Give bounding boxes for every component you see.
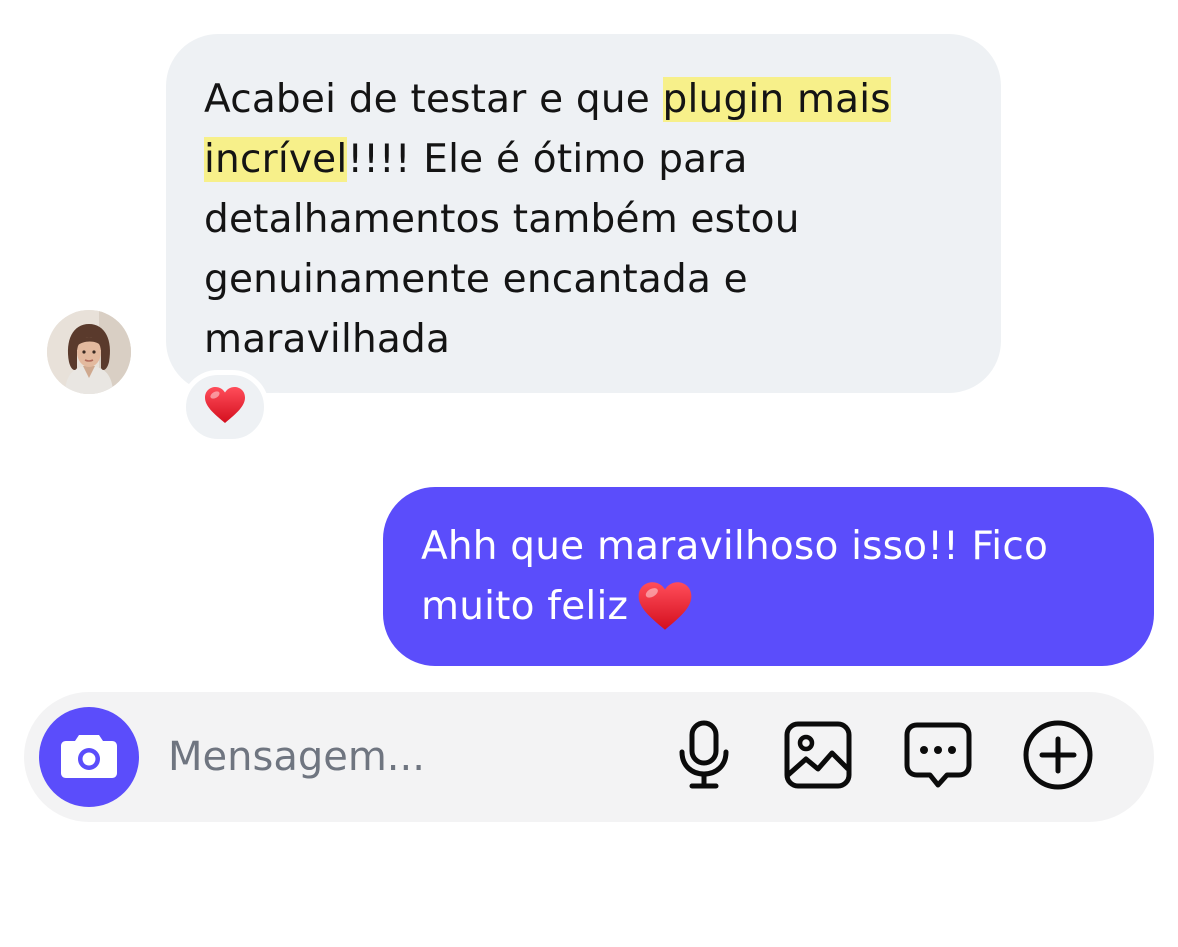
message-reaction[interactable] [181, 370, 269, 444]
incoming-message-bubble[interactable]: Acabei de testar e que plugin mais incrí… [166, 34, 1001, 393]
red-heart-icon [636, 579, 694, 651]
sticker-button[interactable] [900, 719, 976, 795]
outgoing-message-bubble[interactable]: Ahh que maravilhoso isso!! Fico muito fe… [383, 487, 1154, 666]
red-heart-icon [203, 385, 247, 429]
contact-avatar[interactable] [47, 310, 131, 394]
message-composer: Mensagem... [24, 692, 1154, 822]
plus-circle-icon [1022, 719, 1094, 795]
image-icon [784, 721, 852, 793]
camera-button[interactable] [39, 707, 139, 807]
outgoing-message-text: Ahh que maravilhoso isso!! Fico muito fe… [421, 524, 1049, 629]
message-input[interactable]: Mensagem... [168, 730, 425, 784]
camera-icon [60, 731, 118, 783]
microphone-icon [676, 720, 732, 794]
incoming-message-text: Acabei de testar e que [204, 77, 663, 122]
more-button[interactable] [1020, 719, 1096, 795]
chat-screen: Acabei de testar e que plugin mais incrí… [0, 0, 1178, 947]
sticker-message-icon [903, 721, 973, 793]
gallery-button[interactable] [780, 719, 856, 795]
microphone-button[interactable] [666, 719, 742, 795]
